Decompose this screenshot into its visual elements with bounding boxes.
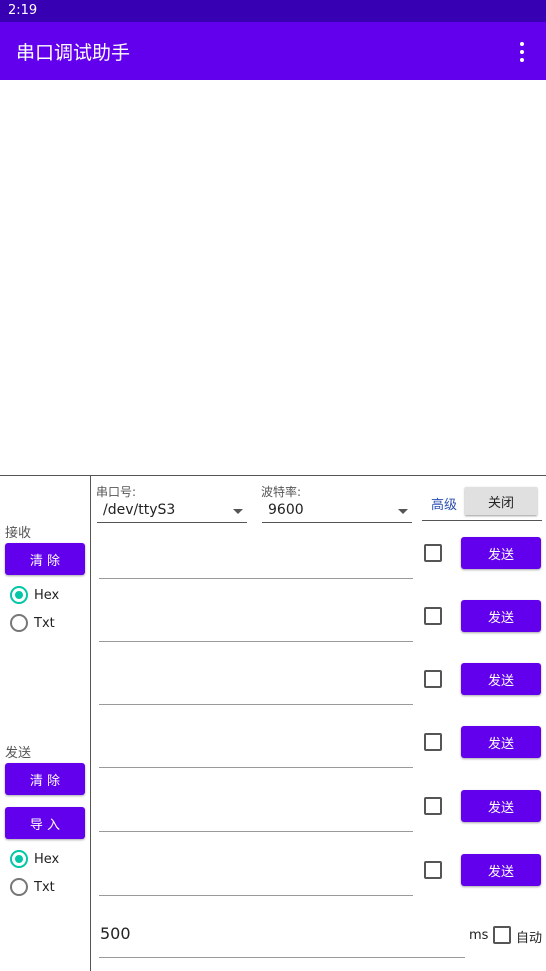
- send-clear-button[interactable]: 清 除: [5, 763, 85, 795]
- port-value: /dev/ttyS3: [103, 502, 176, 518]
- send-input-underline: [99, 831, 413, 832]
- left-panel-divider: [90, 476, 91, 971]
- status-time: 2:19: [8, 3, 38, 18]
- send-row-button[interactable]: 发送: [461, 663, 541, 695]
- send-row-button[interactable]: 发送: [461, 790, 541, 822]
- port-label: 串口号:: [96, 485, 137, 499]
- send-input-underline: [99, 641, 413, 642]
- send-hex-label: Hex: [34, 851, 60, 867]
- panel-divider: [0, 475, 546, 476]
- send-row-checkbox[interactable]: [424, 670, 442, 688]
- status-bar: 2:19: [0, 0, 546, 22]
- send-txt-label: Txt: [34, 879, 55, 895]
- send-hex-radio[interactable]: Hex: [10, 850, 59, 868]
- radio-checked-icon: [10, 850, 28, 868]
- receive-hex-radio[interactable]: Hex: [10, 586, 59, 604]
- baud-spinner[interactable]: 9600: [262, 500, 412, 523]
- send-row-checkbox[interactable]: [424, 797, 442, 815]
- send-row-checkbox[interactable]: [424, 607, 442, 625]
- send-row-checkbox[interactable]: [424, 733, 442, 751]
- radio-checked-icon: [10, 586, 28, 604]
- advanced-link[interactable]: 高级: [431, 494, 457, 513]
- more-vert-icon[interactable]: [512, 40, 532, 64]
- send-input-underline: [99, 895, 413, 896]
- baud-label: 波特率:: [261, 485, 302, 499]
- send-input-underline: [99, 767, 413, 768]
- top-row-underline: [422, 520, 542, 521]
- send-data-input[interactable]: [99, 663, 413, 703]
- send-data-input[interactable]: [99, 600, 413, 640]
- send-row-checkbox[interactable]: [424, 861, 442, 879]
- dropdown-arrow-icon: [398, 509, 408, 514]
- send-row-button[interactable]: 发送: [461, 854, 541, 886]
- send-input-underline: [99, 704, 413, 705]
- receive-txt-radio[interactable]: Txt: [10, 614, 55, 632]
- app-bar: 串口调试助手: [0, 22, 546, 80]
- interval-underline: [99, 957, 465, 958]
- port-spinner[interactable]: /dev/ttyS3: [97, 500, 247, 523]
- close-port-button[interactable]: 关闭: [465, 487, 537, 515]
- send-data-input[interactable]: [99, 726, 413, 766]
- receive-hex-label: Hex: [34, 587, 60, 603]
- send-row-button[interactable]: 发送: [461, 726, 541, 758]
- auto-send-checkbox[interactable]: [493, 926, 511, 944]
- radio-unchecked-icon: [10, 614, 28, 632]
- baud-value: 9600: [268, 502, 304, 518]
- send-data-input[interactable]: [99, 854, 413, 894]
- import-button[interactable]: 导 入: [5, 807, 85, 839]
- app-title: 串口调试助手: [16, 42, 131, 64]
- send-row-checkbox[interactable]: [424, 544, 442, 562]
- auto-label: 自动: [516, 931, 543, 946]
- send-data-input[interactable]: [99, 537, 413, 577]
- receive-label: 接收: [5, 526, 32, 541]
- receive-txt-label: Txt: [34, 615, 55, 631]
- receive-clear-button[interactable]: 清 除: [5, 543, 85, 575]
- ms-label: ms: [469, 928, 489, 943]
- dropdown-arrow-icon: [233, 509, 243, 514]
- auto-interval-input[interactable]: 500: [100, 924, 131, 943]
- send-row-button[interactable]: 发送: [461, 600, 541, 632]
- send-input-underline: [99, 578, 413, 579]
- send-row-button[interactable]: 发送: [461, 537, 541, 569]
- receive-output-area[interactable]: [0, 80, 546, 475]
- radio-unchecked-icon: [10, 878, 28, 896]
- send-label: 发送: [5, 746, 32, 761]
- send-txt-radio[interactable]: Txt: [10, 878, 55, 896]
- send-data-input[interactable]: [99, 790, 413, 830]
